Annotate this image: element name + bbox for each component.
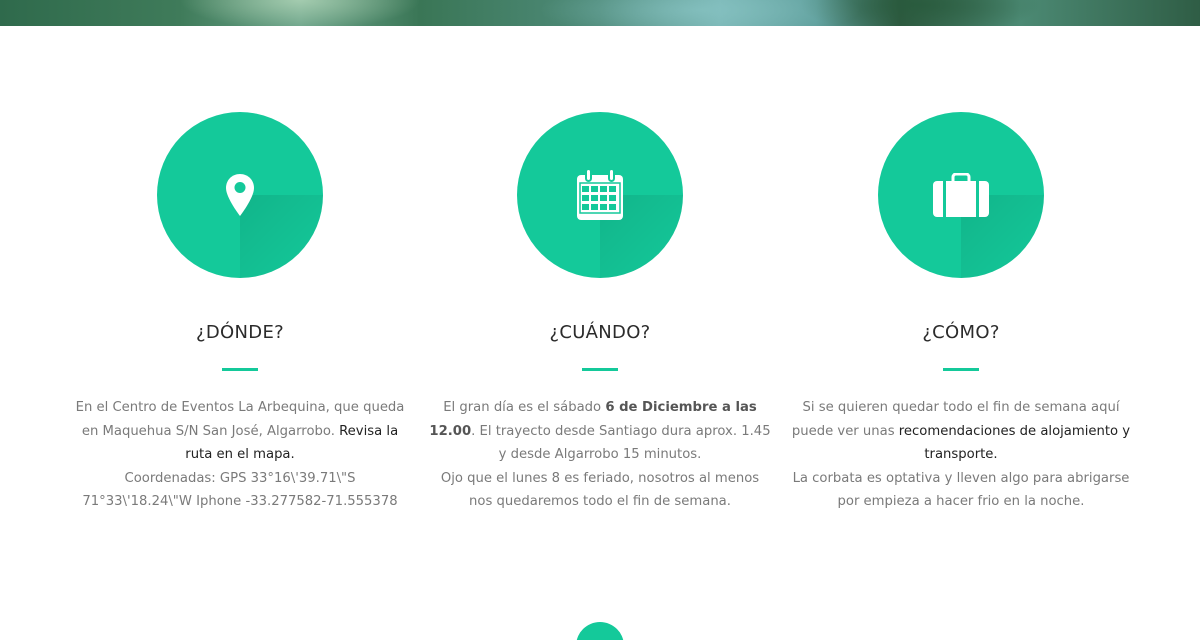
suitcase-icon: [933, 173, 989, 217]
feature-when-text: El gran día es el sábado 6 de Diciembre …: [429, 400, 771, 509]
feature-when-title: ¿CUÁNDO?: [549, 322, 651, 343]
feature-where-circle: [157, 112, 323, 278]
event-time: 12.00: [429, 423, 472, 439]
features-section: ¿DÓNDE? En el Centro de Eventos La Arbeq…: [0, 26, 1200, 640]
hero-image-strip: [0, 0, 1200, 26]
feature-how-circle: [878, 112, 1044, 278]
title-underline: [943, 368, 979, 371]
feature-when-circle: [517, 112, 683, 278]
feature-how-text: Si se quieren quedar todo el fin de sema…: [791, 400, 1131, 509]
feature-where-title: ¿DÓNDE?: [196, 322, 284, 343]
accommodation-link[interactable]: recomendaciones de alojamiento y transpor…: [899, 424, 1130, 463]
feature-how-title: ¿CÓMO?: [922, 322, 1000, 343]
title-underline: [222, 368, 258, 371]
feature-where-text: En el Centro de Eventos La Arbequina, qu…: [75, 400, 405, 509]
scroll-down-button[interactable]: [576, 622, 624, 640]
calendar-icon: [577, 169, 623, 220]
title-underline: [582, 368, 618, 371]
event-date: 6 de Diciembre a las: [605, 400, 757, 415]
map-pin-icon: [226, 174, 254, 216]
